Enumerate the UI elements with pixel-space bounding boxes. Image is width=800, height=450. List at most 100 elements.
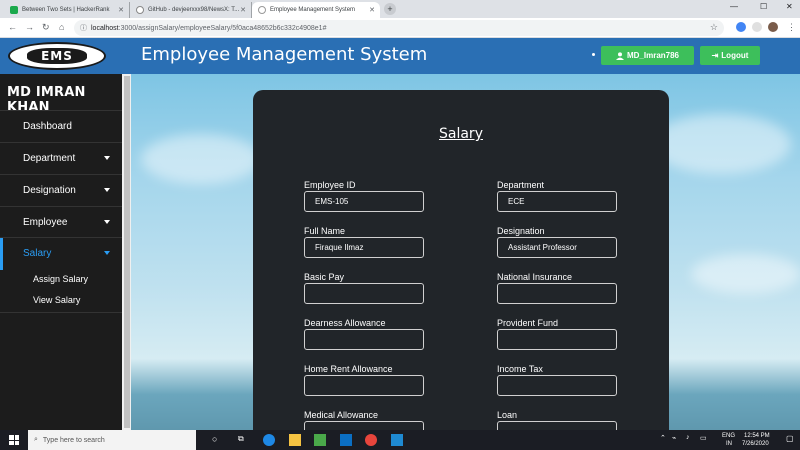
browser-tab-github[interactable]: GitHub - devjeerxxx98/NewsX: T... ✕ bbox=[130, 2, 252, 18]
department-label: Department bbox=[497, 180, 545, 190]
bookmark-star-icon[interactable]: ☆ bbox=[710, 22, 718, 33]
basic-pay-field[interactable] bbox=[304, 283, 424, 304]
search-icon: ⌕ bbox=[34, 436, 38, 443]
sidebar-scrollbar-thumb[interactable] bbox=[124, 76, 130, 428]
browser-tab-hackerrank[interactable]: Between Two Sets | HackerRank ✕ bbox=[4, 2, 130, 18]
store-icon[interactable] bbox=[314, 434, 326, 446]
region-indicator[interactable]: IN bbox=[726, 441, 732, 447]
sidebar-subitem-view-salary[interactable]: View Salary bbox=[33, 295, 80, 305]
clock-time[interactable]: 12:54 PM bbox=[744, 433, 770, 439]
salary-form-card: Salary Employee ID EMS-105 Department EC… bbox=[253, 90, 669, 430]
close-window-icon[interactable]: ✕ bbox=[786, 2, 793, 11]
file-explorer-icon[interactable] bbox=[289, 434, 301, 446]
github-favicon-icon bbox=[136, 6, 144, 14]
back-icon[interactable]: ← bbox=[8, 22, 17, 32]
caret-down-icon bbox=[104, 251, 110, 255]
hackerrank-favicon-icon bbox=[10, 6, 18, 14]
logout-button-label: Logout bbox=[721, 51, 749, 60]
department-field[interactable]: ECE bbox=[497, 191, 617, 212]
dearness-allowance-label: Dearness Allowance bbox=[304, 318, 386, 328]
tab-title: Between Two Sets | HackerRank bbox=[22, 7, 110, 13]
tab-title: Employee Management System bbox=[270, 7, 356, 13]
close-icon[interactable]: ✕ bbox=[369, 6, 375, 14]
url-host: localhost bbox=[91, 24, 119, 32]
close-icon[interactable]: ✕ bbox=[118, 6, 124, 14]
home-rent-allowance-label: Home Rent Allowance bbox=[304, 364, 393, 374]
cortana-icon[interactable]: ○ bbox=[212, 434, 224, 446]
sidebar-divider bbox=[0, 312, 122, 313]
chrome-icon[interactable] bbox=[365, 434, 377, 446]
network-icon[interactable]: ⌁ bbox=[672, 434, 676, 442]
full-name-label: Full Name bbox=[304, 226, 346, 236]
volume-icon[interactable]: ♪ bbox=[686, 434, 690, 441]
caret-down-icon bbox=[104, 156, 110, 160]
profile-avatar-icon[interactable] bbox=[768, 22, 778, 32]
globe-favicon-icon bbox=[258, 6, 266, 14]
new-tab-button[interactable]: + bbox=[384, 3, 396, 15]
provident-fund-field[interactable] bbox=[497, 329, 617, 350]
sidebar-item-designation[interactable]: Designation bbox=[0, 174, 122, 206]
minimize-icon[interactable]: — bbox=[730, 2, 738, 11]
sidebar-item-department[interactable]: Department bbox=[0, 142, 122, 174]
home-rent-allowance-field[interactable] bbox=[304, 375, 424, 396]
income-tax-field[interactable] bbox=[497, 375, 617, 396]
sidebar: MD IMRAN KHAN Dashboard Department Desig… bbox=[0, 74, 122, 430]
background-cloud bbox=[141, 134, 261, 184]
clock-date[interactable]: 7/26/2020 bbox=[742, 441, 769, 447]
background-cloud bbox=[691, 254, 800, 294]
info-icon[interactable]: ⓘ bbox=[80, 23, 87, 33]
designation-label: Designation bbox=[497, 226, 545, 236]
designation-field[interactable]: Assistant Professor bbox=[497, 237, 617, 258]
search-placeholder: Type here to search bbox=[42, 436, 105, 444]
windows-taskbar: ⌕ Type here to search ○ ⧉ ⌃ ⌁ ♪ ▭ ENG IN… bbox=[0, 430, 800, 450]
provident-fund-label: Provident Fund bbox=[497, 318, 559, 328]
background-cloud bbox=[651, 114, 791, 174]
menu-kebab-icon[interactable]: ⋮ bbox=[787, 22, 796, 33]
dearness-allowance-field[interactable] bbox=[304, 329, 424, 350]
sidebar-item-dashboard[interactable]: Dashboard bbox=[0, 110, 122, 142]
vscode-icon[interactable] bbox=[391, 434, 403, 446]
battery-icon[interactable]: ▭ bbox=[700, 434, 707, 442]
notifications-icon[interactable]: ▢ bbox=[786, 434, 794, 443]
user-profile-button[interactable]: MD_Imran786 bbox=[601, 46, 694, 65]
app-header: EMS Employee Management System MD_Imran7… bbox=[0, 38, 800, 74]
mail-icon[interactable] bbox=[340, 434, 352, 446]
form-title: Salary bbox=[439, 126, 483, 142]
home-icon[interactable]: ⌂ bbox=[59, 22, 64, 32]
sidebar-item-label: Department bbox=[23, 153, 76, 164]
logout-button[interactable]: ⇥ Logout bbox=[700, 46, 760, 65]
medical-allowance-label: Medical Allowance bbox=[304, 410, 379, 420]
taskbar-search-input[interactable]: ⌕ Type here to search bbox=[28, 430, 196, 450]
reload-icon[interactable]: ↻ bbox=[42, 22, 50, 33]
maximize-icon[interactable]: ☐ bbox=[760, 2, 767, 11]
loan-field[interactable] bbox=[497, 421, 617, 430]
extension-icon[interactable] bbox=[736, 22, 746, 32]
ems-logo[interactable]: EMS bbox=[8, 42, 106, 70]
address-bar[interactable]: ⓘ localhost:3000/assignSalary/employeeSa… bbox=[74, 20, 724, 36]
sidebar-subitem-assign-salary[interactable]: Assign Salary bbox=[33, 274, 88, 284]
medical-allowance-field[interactable] bbox=[304, 421, 424, 430]
edge-icon[interactable] bbox=[263, 434, 275, 446]
national-insurance-field[interactable] bbox=[497, 283, 617, 304]
tray-chevron-icon[interactable]: ⌃ bbox=[660, 434, 666, 442]
close-icon[interactable]: ✕ bbox=[240, 6, 246, 14]
sidebar-item-employee[interactable]: Employee bbox=[0, 206, 122, 238]
windows-start-icon[interactable] bbox=[9, 435, 19, 445]
browser-toolbar: ← → ↻ ⌂ ⓘ localhost:3000/assignSalary/em… bbox=[0, 18, 800, 38]
forward-icon[interactable]: → bbox=[25, 22, 34, 32]
language-indicator[interactable]: ENG bbox=[722, 433, 735, 439]
sidebar-item-label: Salary bbox=[23, 248, 52, 259]
sidebar-item-label: Employee bbox=[23, 217, 68, 228]
income-tax-label: Income Tax bbox=[497, 364, 543, 374]
full-name-field[interactable]: Firaque Ilmaz bbox=[304, 237, 424, 258]
user-button-label: MD_Imran786 bbox=[626, 51, 680, 60]
url-path: :3000/assignSalary/employeeSalary/5f0aca… bbox=[118, 24, 327, 32]
national-insurance-label: National Insurance bbox=[497, 272, 573, 282]
browser-tab-ems[interactable]: Employee Management System ✕ bbox=[252, 2, 380, 18]
logout-icon: ⇥ bbox=[711, 51, 719, 60]
extension-icon[interactable] bbox=[752, 22, 762, 32]
sidebar-item-label: Dashboard bbox=[23, 121, 72, 132]
task-view-icon[interactable]: ⧉ bbox=[238, 434, 250, 446]
sidebar-item-salary[interactable]: Salary bbox=[0, 237, 122, 270]
employee-id-field[interactable]: EMS-105 bbox=[304, 191, 424, 212]
